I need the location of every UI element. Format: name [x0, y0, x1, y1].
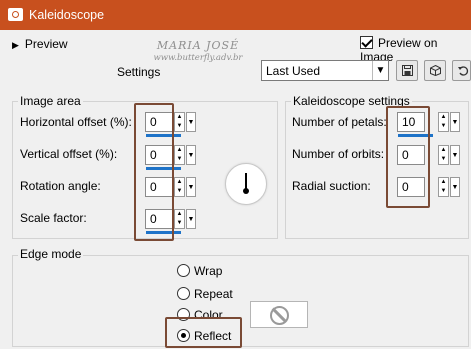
orbits-label: Number of orbits:: [292, 147, 385, 161]
highlight-frame-reflect: [165, 317, 242, 348]
repeat-label: Repeat: [194, 287, 233, 301]
radio-dot[interactable]: [177, 287, 190, 300]
spin-menu-icon[interactable]: ▼: [186, 209, 196, 229]
petals-label: Number of petals:: [292, 115, 387, 129]
randomize-icon: [430, 65, 441, 76]
randomize-button[interactable]: [424, 60, 446, 81]
title-bar: Kaleidoscope: [0, 0, 471, 30]
chevron-down-icon[interactable]: ▼: [372, 61, 388, 80]
preview-toggle[interactable]: ▶ Preview: [12, 37, 68, 51]
save-preset-icon: [402, 65, 413, 76]
spin-menu-icon[interactable]: ▼: [186, 145, 196, 165]
preset-select[interactable]: Last Used ▼: [261, 60, 389, 81]
spin-up-down-icon[interactable]: ▲ ▼: [174, 177, 185, 197]
edge-mode-title: Edge mode: [18, 247, 84, 261]
expand-triangle-icon: ▶: [12, 40, 19, 50]
watermark-name: MARIA JOSÉ: [156, 39, 240, 52]
settings-label: Settings: [117, 65, 161, 79]
save-preset-button[interactable]: [396, 60, 418, 81]
spin-menu-icon[interactable]: ▼: [450, 177, 460, 197]
spin-menu-icon[interactable]: ▼: [186, 177, 196, 197]
spin-menu-icon[interactable]: ▼: [450, 112, 460, 132]
edge-mode-repeat-radio[interactable]: Repeat: [177, 287, 233, 301]
spin-menu-icon[interactable]: ▼: [186, 112, 196, 132]
spin-up-down-icon[interactable]: ▲ ▼: [174, 209, 185, 229]
camera-icon: [8, 8, 23, 21]
image-area-title: Image area: [18, 94, 83, 108]
spin-up-down-icon[interactable]: ▲ ▼: [438, 112, 449, 132]
spin-up-down-icon[interactable]: ▲ ▼: [438, 177, 449, 197]
wrap-label: Wrap: [194, 264, 223, 278]
reset-icon: [458, 66, 469, 76]
suction-label: Radial suction:: [292, 179, 371, 193]
preview-label: Preview: [24, 37, 68, 51]
spin-up-down-icon[interactable]: ▲ ▼: [174, 112, 185, 132]
spin-up-down-icon[interactable]: ▲ ▼: [174, 145, 185, 165]
horizontal-offset-label: Horizontal offset (%):: [20, 115, 132, 129]
highlight-frame-image-area: [134, 103, 174, 241]
window-title: Kaleidoscope: [29, 8, 105, 22]
edge-mode-wrap-radio[interactable]: Wrap: [177, 264, 222, 278]
edge-color-swatch[interactable]: [250, 301, 308, 328]
rotation-dial[interactable]: [225, 163, 267, 205]
watermark: MARIA JOSÉ www.butterfly.adv.br: [150, 40, 246, 64]
radio-dot[interactable]: [177, 264, 190, 277]
no-color-icon: [270, 306, 289, 325]
reset-button[interactable]: [452, 60, 471, 81]
scale-factor-label: Scale factor:: [20, 211, 87, 225]
watermark-url: www.butterfly.adv.br: [153, 53, 243, 63]
highlight-frame-kaleidoscope: [386, 106, 430, 208]
rotation-angle-label: Rotation angle:: [20, 179, 101, 193]
dial-tip: [243, 188, 249, 194]
spin-menu-icon[interactable]: ▼: [450, 145, 460, 165]
preset-value: Last Used: [266, 64, 321, 78]
vertical-offset-label: Vertical offset (%):: [20, 147, 118, 161]
spin-up-down-icon[interactable]: ▲ ▼: [438, 145, 449, 165]
checkbox-box[interactable]: [360, 36, 373, 49]
